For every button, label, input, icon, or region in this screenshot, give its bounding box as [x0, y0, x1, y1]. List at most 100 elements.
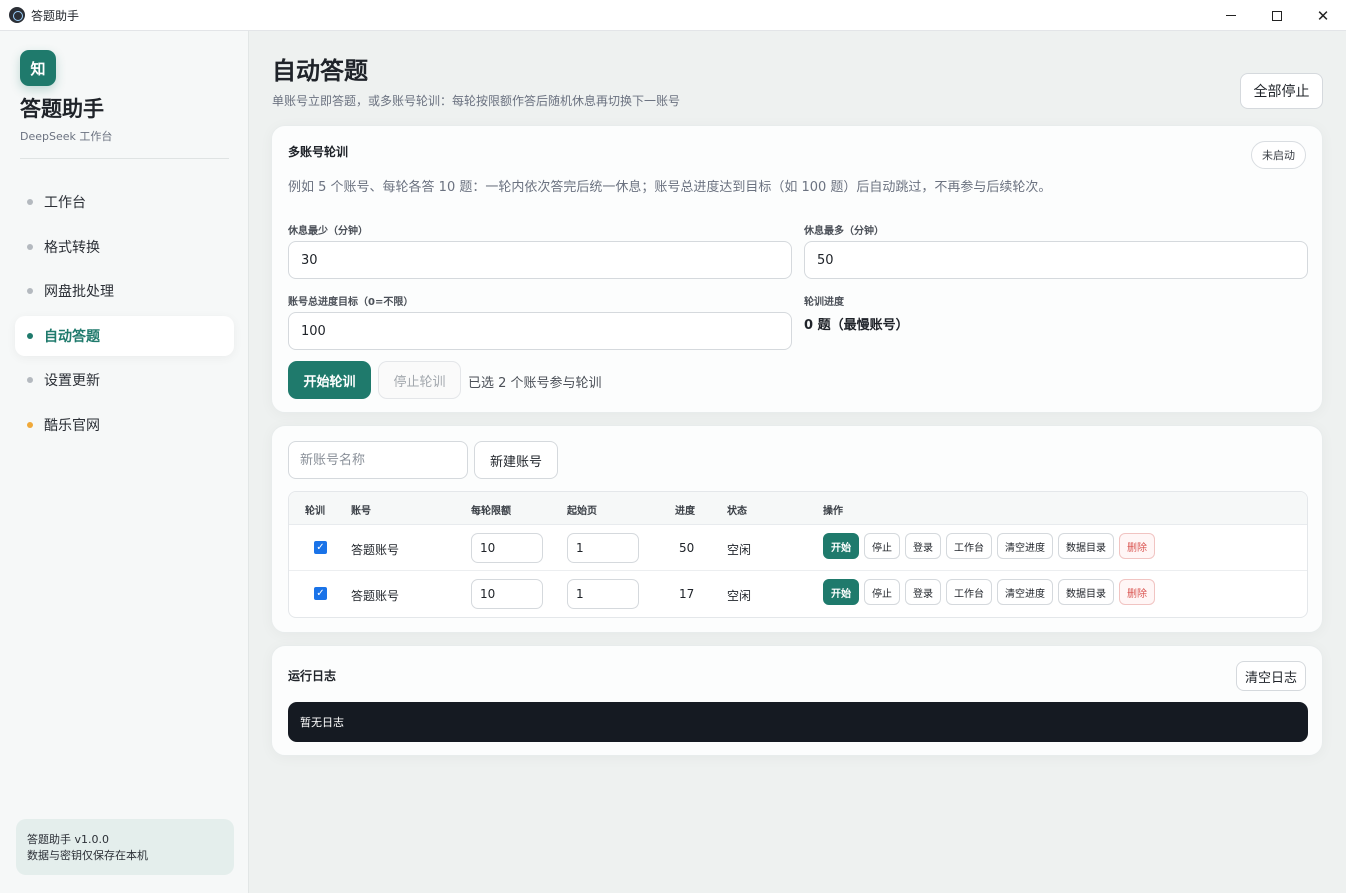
app-version: 答题助手 v1.0.0 — [27, 833, 109, 846]
minimize-button[interactable] — [1208, 0, 1254, 31]
sidebar-item-auto-answer[interactable]: 自动答题 — [15, 315, 234, 356]
accounts-table: 轮训 账号 每轮限额 起始页 进度 状态 操作 ✓ 答题账号 50 空闲 开始 … — [288, 491, 1308, 618]
sidebar-item-label: 工作台 — [44, 195, 86, 211]
sidebar-item-label: 格式转换 — [44, 239, 100, 256]
new-account-name-input[interactable] — [288, 441, 468, 479]
clear-progress-button[interactable]: 清空进度 — [997, 579, 1053, 605]
account-progress: 50 — [679, 541, 695, 555]
sidebar-nav: 工作台 格式转换 网盘批处理 自动答题 设置更新 酷乐官网 — [15, 182, 234, 449]
account-name: 答题账号 — [351, 543, 400, 557]
delete-button[interactable]: 删除 — [1119, 579, 1155, 605]
log-card: 运行日志 清空日志 暂无日志 — [271, 645, 1323, 756]
row-actions: 开始 停止 登录 工作台 清空进度 数据目录 删除 — [823, 579, 1155, 605]
login-button[interactable]: 登录 — [905, 579, 941, 605]
close-button[interactable]: ✕ — [1300, 0, 1346, 31]
maximize-button[interactable] — [1254, 0, 1300, 31]
close-icon: ✕ — [1316, 6, 1330, 25]
dot-icon — [27, 332, 33, 339]
dot-icon — [27, 243, 33, 250]
rotation-title: 多账号轮训 — [288, 145, 349, 159]
title-bar: 答题助手 ✕ — [0, 0, 1346, 31]
accounts-card: 新建账号 轮训 账号 每轮限额 起始页 进度 状态 操作 ✓ 答题账号 50 空… — [271, 425, 1323, 633]
table-row: ✓ 答题账号 17 空闲 开始 停止 登录 工作台 清空进度 数据目录 删除 — [289, 571, 1307, 617]
column-header: 操作 — [823, 506, 843, 517]
target-label: 账号总进度目标（0=不限） — [288, 297, 414, 308]
maximize-icon — [1272, 10, 1282, 21]
stop-button[interactable]: 停止 — [864, 533, 900, 559]
sidebar-item-label: 设置更新 — [44, 373, 100, 389]
rotation-hint: 例如 5 个账号、每轮各答 10 题：一轮内依次答完后统一休息；账号总进度达到目… — [288, 180, 1052, 195]
login-button[interactable]: 登录 — [905, 533, 941, 559]
dot-icon — [27, 199, 33, 205]
window-controls: ✕ — [1208, 0, 1346, 31]
rotation-checkbox[interactable]: ✓ — [314, 587, 327, 600]
start-button[interactable]: 开始 — [823, 533, 859, 559]
sidebar-item-netdisk-batch[interactable]: 网盘批处理 — [15, 271, 234, 311]
sidebar-item-format-convert[interactable]: 格式转换 — [15, 227, 234, 267]
app-name: 答题助手 — [20, 97, 104, 121]
dot-icon — [27, 288, 33, 294]
rotation-card: 多账号轮训 未启动 例如 5 个账号、每轮各答 10 题：一轮内依次答完后统一休… — [271, 125, 1323, 413]
column-header: 每轮限额 — [471, 506, 511, 517]
row-actions: 开始 停止 登录 工作台 清空进度 数据目录 删除 — [823, 533, 1155, 559]
log-output: 暂无日志 — [288, 702, 1308, 742]
account-status: 空闲 — [727, 589, 752, 603]
data-dir-button[interactable]: 数据目录 — [1058, 579, 1114, 605]
sidebar-item-settings-update[interactable]: 设置更新 — [15, 360, 234, 400]
column-header: 起始页 — [567, 506, 597, 517]
workbench-button[interactable]: 工作台 — [946, 533, 992, 559]
account-progress: 17 — [679, 587, 695, 601]
rotation-checkbox[interactable]: ✓ — [314, 541, 327, 554]
stop-rotation-button[interactable]: 停止轮训 — [378, 361, 461, 399]
sidebar-divider — [20, 158, 229, 159]
stop-all-button[interactable]: 全部停止 — [1240, 73, 1323, 109]
sidebar-item-label: 酷乐官网 — [44, 417, 100, 434]
column-header: 账号 — [351, 506, 371, 517]
delete-button[interactable]: 删除 — [1119, 533, 1155, 559]
page-description: 单账号立即答题，或多账号轮训：每轮按限额作答后随机休息再切换下一账号 — [272, 94, 681, 108]
table-row: ✓ 答题账号 50 空闲 开始 停止 登录 工作台 清空进度 数据目录 删除 — [289, 525, 1307, 571]
start-button[interactable]: 开始 — [823, 579, 859, 605]
sidebar: 知 答题助手 DeepSeek 工作台 工作台 格式转换 网盘批处理 自动答题 … — [0, 31, 249, 893]
clear-log-button[interactable]: 清空日志 — [1236, 661, 1306, 691]
limit-input[interactable] — [471, 579, 543, 609]
minimize-icon — [1226, 15, 1236, 16]
column-header: 状态 — [727, 506, 747, 517]
start-page-input[interactable] — [567, 579, 639, 609]
sidebar-item-workbench[interactable]: 工作台 — [15, 182, 234, 222]
account-status: 空闲 — [727, 543, 752, 557]
rest-min-label: 休息最少（分钟） — [288, 226, 368, 237]
log-title: 运行日志 — [288, 669, 337, 683]
sidebar-item-label: 网盘批处理 — [44, 284, 114, 300]
column-header: 进度 — [675, 506, 695, 517]
data-dir-button[interactable]: 数据目录 — [1058, 533, 1114, 559]
target-input[interactable] — [288, 312, 792, 350]
status-badge: 未启动 — [1251, 141, 1306, 169]
app-icon — [9, 7, 25, 23]
column-header: 轮训 — [305, 506, 325, 517]
stop-button[interactable]: 停止 — [864, 579, 900, 605]
rest-max-input[interactable] — [804, 241, 1308, 279]
rotation-progress-value: 0 题（最慢账号） — [804, 318, 909, 333]
sidebar-footer: 答题助手 v1.0.0 数据与密钥仅保存在本机 — [16, 819, 234, 875]
app-logo: 知 — [20, 50, 56, 86]
start-page-input[interactable] — [567, 533, 639, 563]
sidebar-item-official-site[interactable]: 酷乐官网 — [15, 405, 234, 445]
account-name: 答题账号 — [351, 589, 400, 603]
start-rotation-button[interactable]: 开始轮训 — [288, 361, 371, 399]
selected-count: 已选 2 个账号参与轮训 — [468, 376, 602, 391]
dot-icon — [27, 421, 33, 428]
rest-min-input[interactable] — [288, 241, 792, 279]
table-header: 轮训 账号 每轮限额 起始页 进度 状态 操作 — [289, 492, 1307, 525]
window-title: 答题助手 — [31, 8, 80, 23]
app-subtitle: DeepSeek 工作台 — [20, 130, 113, 143]
rotation-progress-label: 轮训进度 — [804, 297, 844, 308]
privacy-note: 数据与密钥仅保存在本机 — [27, 849, 148, 862]
clear-progress-button[interactable]: 清空进度 — [997, 533, 1053, 559]
sidebar-item-label: 自动答题 — [44, 328, 100, 345]
page-title: 自动答题 — [272, 57, 368, 85]
limit-input[interactable] — [471, 533, 543, 563]
workbench-button[interactable]: 工作台 — [946, 579, 992, 605]
main-content: 自动答题 单账号立即答题，或多账号轮训：每轮按限额作答后随机休息再切换下一账号 … — [249, 31, 1346, 893]
new-account-button[interactable]: 新建账号 — [474, 441, 558, 479]
